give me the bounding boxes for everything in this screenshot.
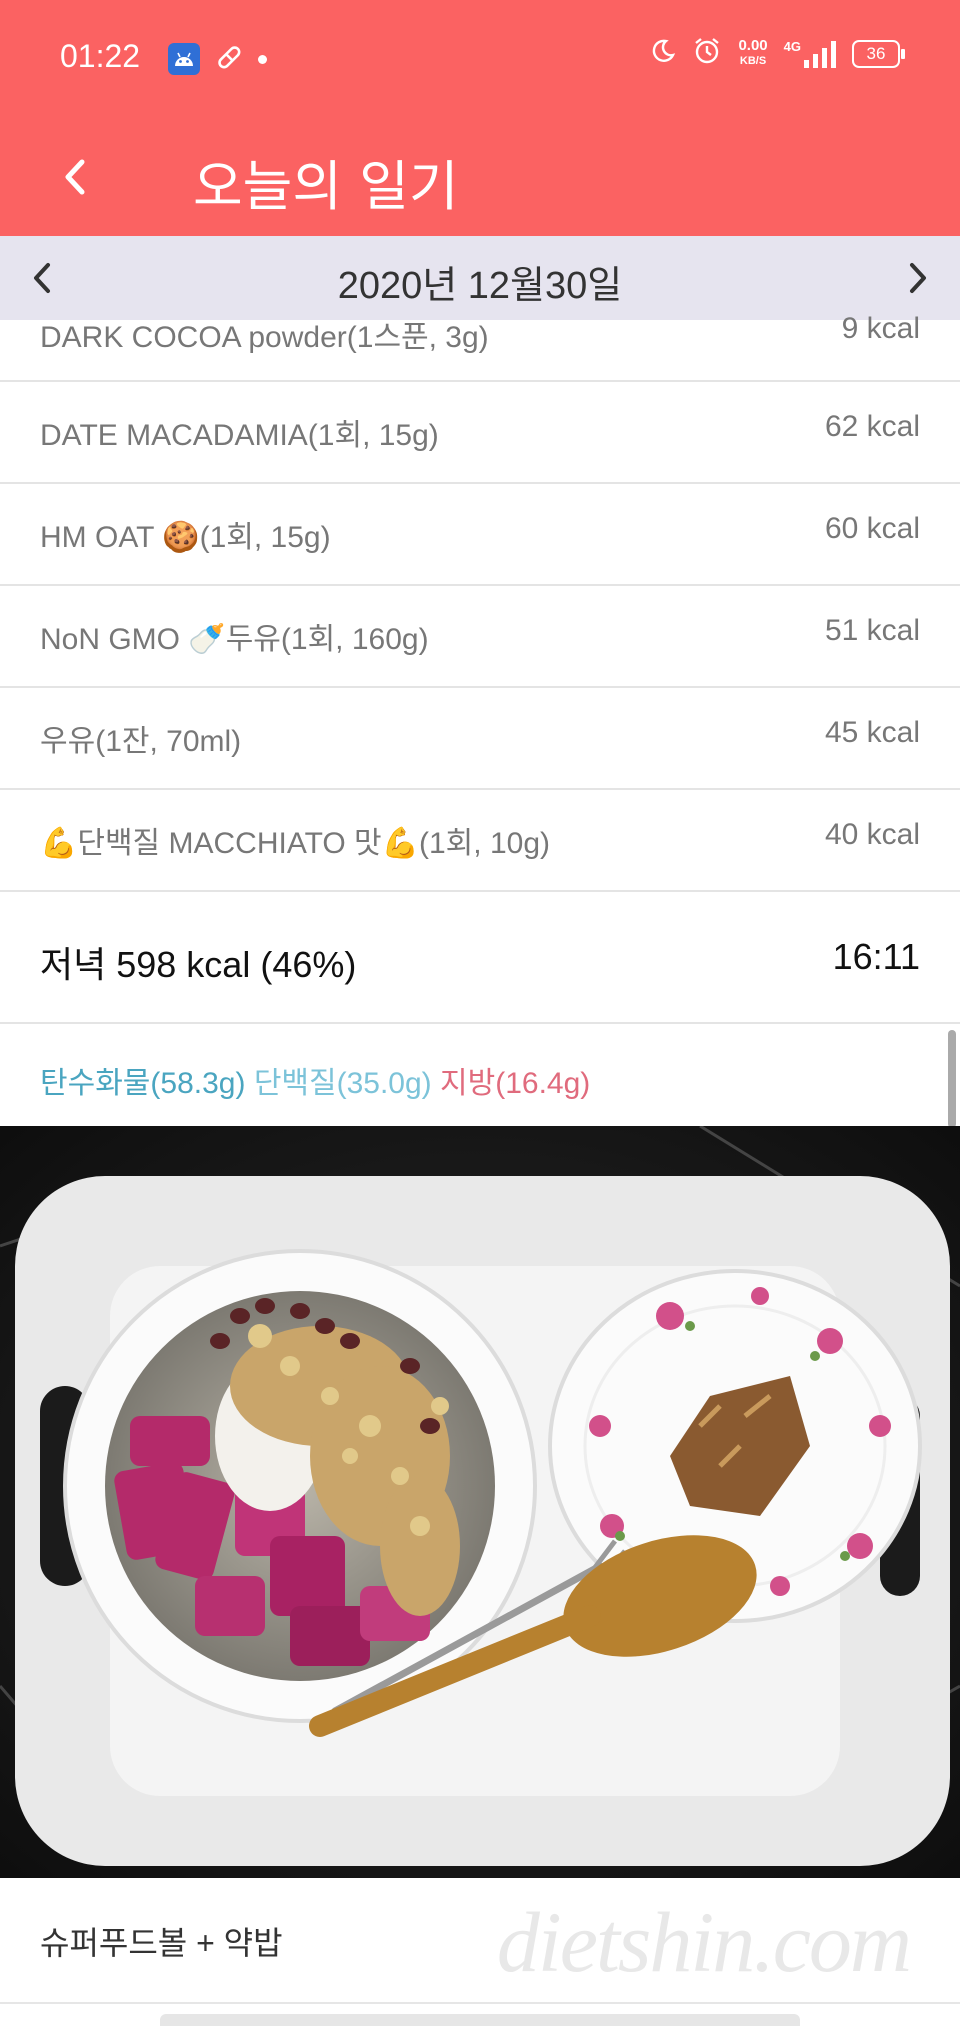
meal-photo[interactable] xyxy=(0,1126,960,1878)
food-list: DARK COCOA powder(1스푼, 3g) 9 kcal DATE M… xyxy=(0,312,960,1130)
meal-total: 저녁 598 kcal (46%) xyxy=(40,944,357,985)
food-name: HM OAT 🍪(1회, 15g) xyxy=(40,521,331,554)
photo-caption: 슈퍼푸드볼 + 약밥 xyxy=(40,1925,283,1961)
food-item[interactable]: DATE MACADAMIA(1회, 15g) 62 kcal xyxy=(0,382,960,484)
pill-icon xyxy=(214,42,244,76)
meal-photo-illustration xyxy=(0,1126,960,1878)
chevron-right-icon xyxy=(910,263,926,293)
food-kcal: 40 kcal xyxy=(824,818,920,851)
date-navigation: 2020년 12월30일 xyxy=(0,236,960,320)
battery-icon: 36 xyxy=(852,39,905,68)
scrollbar[interactable] xyxy=(948,1030,956,1128)
food-name: DATE MACADAMIA(1회, 15g) xyxy=(40,419,439,452)
alarm-icon xyxy=(692,36,722,71)
back-button[interactable] xyxy=(58,138,118,214)
system-icons: 0.00 KB/S 4G 36 xyxy=(650,36,905,71)
signal-icon: 4G xyxy=(784,39,836,68)
food-kcal: 45 kcal xyxy=(824,716,920,749)
app-bar: 오늘의 일기 xyxy=(0,118,960,236)
food-name: 우유(1잔, 70ml) xyxy=(40,725,242,758)
network-speed-value: 0.00 xyxy=(738,37,768,54)
meal-summary[interactable]: 저녁 598 kcal (46%) 16:11 xyxy=(0,892,960,1024)
moon-icon xyxy=(650,38,676,69)
next-day-button[interactable] xyxy=(886,248,946,308)
food-kcal: 62 kcal xyxy=(824,410,920,443)
network-speed: 0.00 KB/S xyxy=(738,37,768,68)
food-item[interactable]: NoN GMO 🍼두유(1회, 160g) 51 kcal xyxy=(0,586,960,688)
bottom-tab-edge xyxy=(160,2014,800,2026)
macro-nutrients: 탄수화물(58.3g) 단백질(35.0g) 지방(16.4g) xyxy=(0,1024,960,1130)
page-title: 오늘의 일기 xyxy=(193,155,459,218)
food-item[interactable]: 우유(1잔, 70ml) 45 kcal xyxy=(0,688,960,790)
dietshin-watermark: dietshin.com xyxy=(496,1894,912,1990)
food-kcal: 51 kcal xyxy=(824,614,920,647)
fat-value: 지방(16.4g) xyxy=(440,1067,591,1100)
food-item[interactable]: 💪단백질 MACCHIATO 맛💪(1회, 10g) 40 kcal xyxy=(0,790,960,892)
photo-caption-row: 슈퍼푸드볼 + 약밥 dietshin.com xyxy=(0,1878,960,2004)
status-bar: 01:22 0.00 KB/S 4G 36 xyxy=(0,0,960,118)
meal-time: 16:11 xyxy=(832,936,920,977)
notification-icons xyxy=(168,42,267,76)
android-app-icon xyxy=(168,43,200,75)
more-notifications-dot-icon xyxy=(258,54,267,64)
food-name: DARK COCOA powder(1스푼, 3g) xyxy=(40,321,489,354)
food-name: 💪단백질 MACCHIATO 맛💪(1회, 10g) xyxy=(40,827,550,860)
chevron-left-icon xyxy=(65,159,85,195)
status-time: 01:22 xyxy=(60,38,141,74)
network-speed-unit: KB/S xyxy=(739,55,767,67)
carb-value: 탄수화물(58.3g) xyxy=(40,1067,246,1100)
food-item[interactable]: DARK COCOA powder(1스푼, 3g) 9 kcal xyxy=(0,312,960,382)
network-type: 4G xyxy=(783,39,801,54)
protein-value: 단백질(35.0g) xyxy=(253,1067,432,1100)
current-date: 2020년 12월30일 xyxy=(337,265,623,307)
food-item[interactable]: HM OAT 🍪(1회, 15g) 60 kcal xyxy=(0,484,960,586)
food-kcal: 60 kcal xyxy=(824,512,920,545)
food-kcal: 9 kcal xyxy=(841,312,920,345)
food-name: NoN GMO 🍼두유(1회, 160g) xyxy=(40,623,429,656)
